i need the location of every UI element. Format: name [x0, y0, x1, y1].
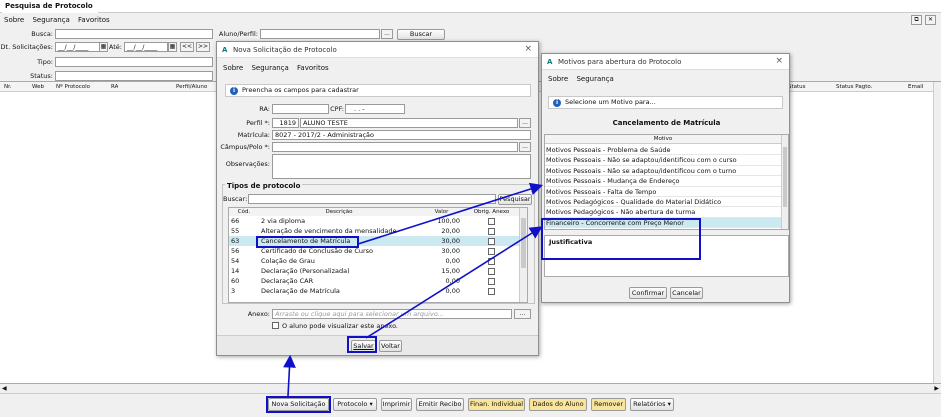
annotation-arrows — [283, 182, 544, 397]
arrow-nova-to-dialog — [283, 354, 296, 397]
arrow-salvar-to-motivos — [365, 226, 543, 339]
arrow-cancelamento-to-motivos — [357, 182, 544, 245]
